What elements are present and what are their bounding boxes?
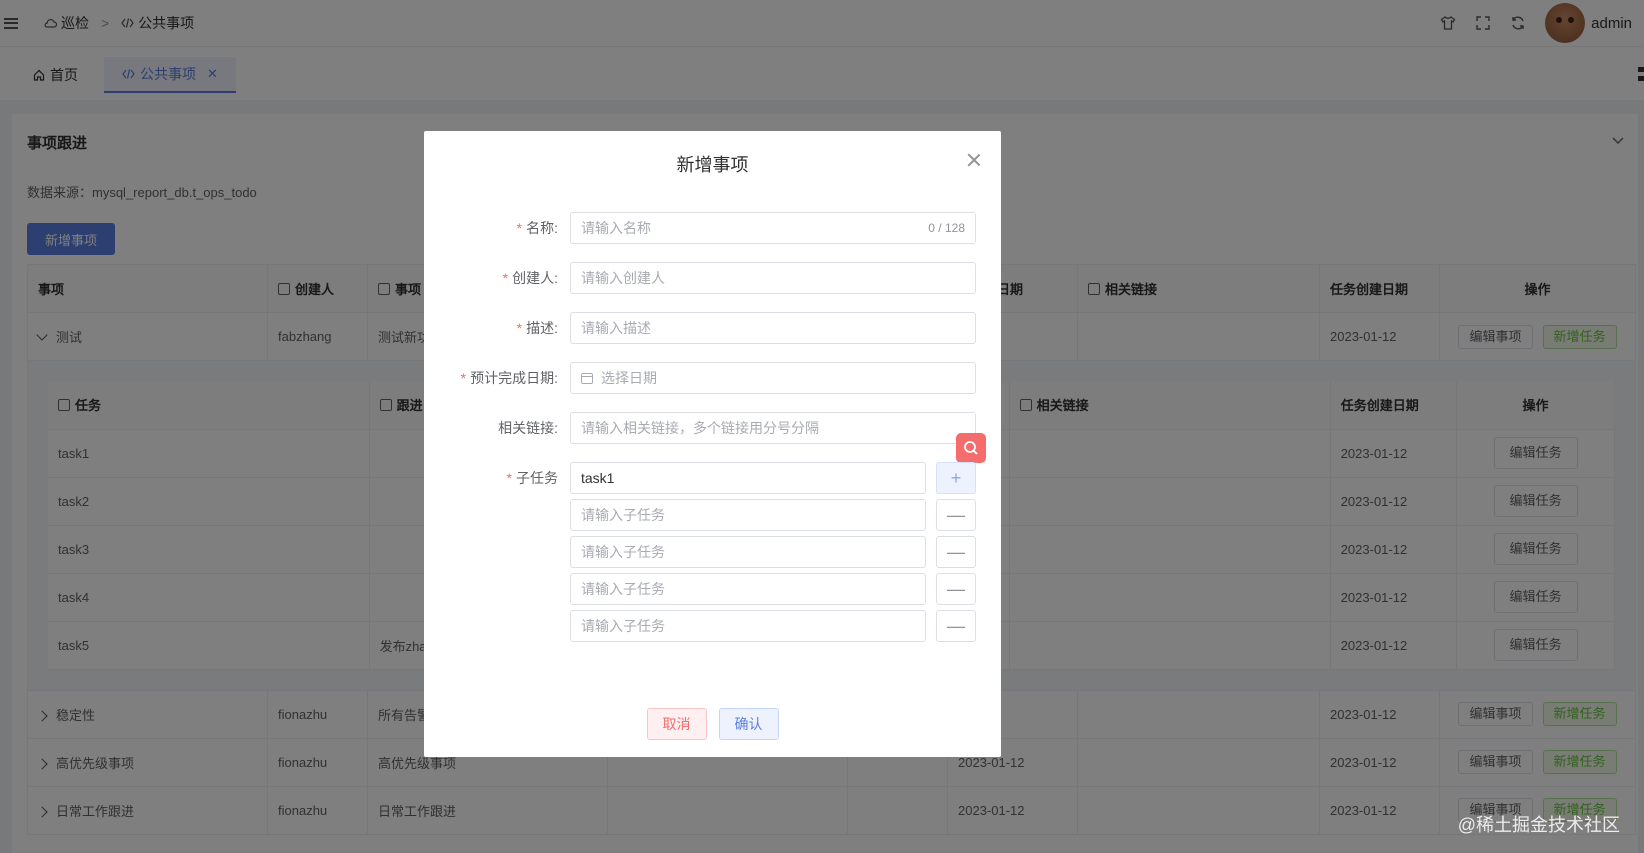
minus-icon: — bbox=[947, 541, 965, 562]
add-item-dialog: 新增事项 * 名称: 请输入名称 0 / 128 * 创建人: 请输入创建人 * 描述… bbox=[424, 131, 1001, 757]
subtask-input[interactable]: 请输入子任务 bbox=[570, 536, 926, 568]
form-row-name: * 名称: 请输入名称 0 / 128 bbox=[424, 212, 1001, 244]
field-label: * 创建人: bbox=[502, 270, 558, 286]
dialog-footer: 取消 确认 bbox=[424, 708, 1001, 740]
desc-input[interactable]: 请输入描述 bbox=[570, 312, 976, 344]
char-count: 0 / 128 bbox=[928, 221, 965, 235]
subtask-input[interactable]: 请输入子任务 bbox=[570, 573, 926, 605]
minus-icon: — bbox=[947, 504, 965, 525]
subtask-input[interactable]: 请输入子任务 bbox=[570, 610, 926, 642]
form-row-link: 相关链接: 请输入相关链接，多个链接用分号分隔 bbox=[424, 412, 1001, 444]
confirm-button[interactable]: 确认 bbox=[718, 708, 779, 740]
field-label: * 名称: bbox=[516, 220, 558, 236]
name-input[interactable]: 请输入名称 0 / 128 bbox=[570, 212, 976, 244]
field-label: * 子任务 bbox=[506, 470, 558, 486]
link-input[interactable]: 请输入相关链接，多个链接用分号分隔 bbox=[570, 412, 976, 444]
creator-input[interactable]: 请输入创建人 bbox=[570, 262, 976, 294]
add-subtask-button[interactable]: + bbox=[936, 462, 976, 494]
field-label: 相关链接: bbox=[498, 420, 558, 436]
dialog-title: 新增事项 bbox=[676, 155, 749, 175]
due-date-picker[interactable]: 选择日期 bbox=[570, 362, 976, 394]
minus-icon: — bbox=[947, 615, 965, 636]
subtask-input[interactable]: task1 bbox=[570, 462, 926, 494]
remove-subtask-button[interactable]: — bbox=[936, 499, 976, 531]
field-label: * 描述: bbox=[516, 320, 558, 336]
minus-icon: — bbox=[947, 578, 965, 599]
remove-subtask-button[interactable]: — bbox=[936, 610, 976, 642]
field-label: * 预计完成日期: bbox=[460, 370, 558, 386]
subtask-input[interactable]: 请输入子任务 bbox=[570, 499, 926, 531]
cancel-button[interactable]: 取消 bbox=[646, 708, 707, 740]
remove-subtask-button[interactable]: — bbox=[936, 536, 976, 568]
form-row-desc: * 描述: 请输入描述 bbox=[424, 312, 1001, 344]
watermark: @稀土掘金技术社区 bbox=[1457, 815, 1620, 835]
plus-icon: + bbox=[950, 467, 962, 488]
calendar-icon bbox=[581, 372, 593, 384]
close-icon[interactable] bbox=[967, 153, 981, 167]
search-icon[interactable] bbox=[956, 433, 986, 463]
form-row-creator: * 创建人: 请输入创建人 bbox=[424, 262, 1001, 294]
remove-subtask-button[interactable]: — bbox=[936, 573, 976, 605]
form-row-due: * 预计完成日期: 选择日期 bbox=[424, 362, 1001, 394]
